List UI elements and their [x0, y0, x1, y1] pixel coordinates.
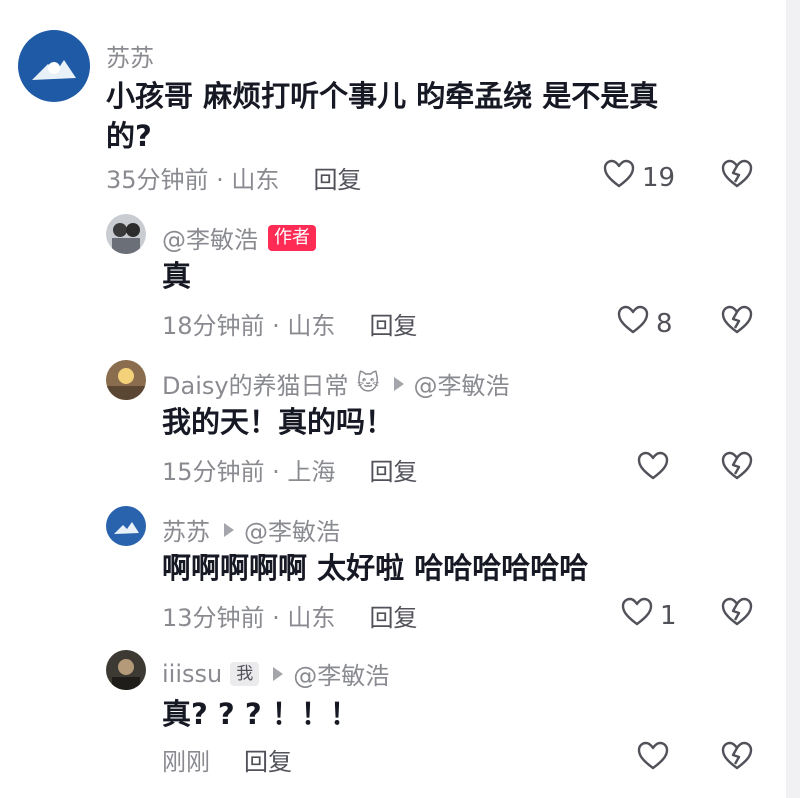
comment-meta: 刚刚 回复	[162, 742, 292, 777]
broken-heart-icon[interactable]	[720, 304, 754, 336]
like-count: 8	[656, 308, 673, 339]
author-badge: 作者	[268, 224, 316, 251]
comment-meta: 13分钟前 · 山东 回复	[162, 598, 417, 633]
reply-button[interactable]: 回复	[369, 452, 417, 487]
like-count: 1	[660, 600, 677, 631]
broken-heart-icon[interactable]	[720, 450, 754, 482]
triangle-right-icon	[393, 376, 404, 391]
comment-meta: 15分钟前 · 上海 回复	[162, 452, 417, 487]
broken-heart-icon[interactable]	[720, 596, 754, 628]
comment-time: 35分钟前 · 山东	[106, 166, 280, 194]
comment-time: 18分钟前 · 山东	[162, 312, 336, 340]
broken-heart-icon[interactable]	[720, 740, 754, 772]
like-count: 19	[642, 162, 676, 193]
heart-outline-icon	[616, 304, 650, 343]
comment-username[interactable]: 苏苏	[106, 38, 154, 73]
username-text[interactable]: iiissu	[162, 660, 222, 688]
avatar[interactable]	[106, 214, 146, 254]
comment-username[interactable]: iiissu 我 @李敏浩	[162, 656, 389, 691]
heart-outline-icon	[602, 158, 636, 197]
reply-to-user[interactable]: @李敏浩	[414, 366, 510, 401]
reply-to-user[interactable]: @李敏浩	[293, 656, 389, 691]
username-text[interactable]: @李敏浩	[162, 220, 258, 255]
avatar[interactable]	[18, 30, 90, 102]
username-text[interactable]: Daisy的养猫日常	[162, 366, 349, 401]
avatar[interactable]	[106, 650, 146, 690]
heart-outline-icon	[636, 740, 670, 779]
reply-button[interactable]: 回复	[244, 742, 292, 777]
avatar[interactable]	[106, 506, 146, 546]
broken-heart-icon[interactable]	[720, 158, 754, 190]
me-badge: 我	[230, 661, 260, 686]
scroll-track	[786, 0, 800, 798]
comment-meta: 35分钟前 · 山东 回复	[106, 160, 361, 195]
reply-to-user[interactable]: @李敏浩	[244, 512, 340, 547]
comment-text: 真	[162, 259, 192, 293]
like-button[interactable]: 8	[616, 304, 673, 343]
comment-meta: 18分钟前 · 山东 回复	[162, 306, 417, 341]
triangle-right-icon	[224, 522, 234, 537]
like-button[interactable]	[636, 450, 670, 489]
reply-button[interactable]: 回复	[313, 160, 361, 195]
like-button[interactable]	[636, 740, 670, 779]
username-text[interactable]: 苏苏	[162, 512, 210, 547]
triangle-right-icon	[273, 666, 284, 681]
comment-username[interactable]: Daisy的养猫日常 🐱 @李敏浩	[162, 366, 510, 401]
heart-outline-icon	[636, 450, 670, 489]
comment-text-cont: 的?	[106, 119, 152, 153]
like-button[interactable]: 19	[602, 158, 675, 197]
cat-emoji-icon: 🐱	[356, 371, 380, 396]
comment-text: 我的天！真的吗！	[162, 405, 395, 439]
comment-text: 小孩哥 麻烦打听个事儿 昀牵孟绕 是不是真	[106, 79, 659, 113]
comment-text: 啊啊啊啊啊 太好啦 哈哈哈哈哈哈	[162, 551, 589, 585]
comment-text: 真? ? ? ！！！	[162, 697, 359, 731]
like-button[interactable]: 1	[620, 596, 677, 635]
heart-outline-icon	[620, 596, 654, 635]
reply-button[interactable]: 回复	[369, 306, 417, 341]
reply-button[interactable]: 回复	[369, 598, 417, 633]
comment-time: 刚刚	[162, 748, 210, 776]
avatar[interactable]	[106, 360, 146, 400]
comment-time: 13分钟前 · 山东	[162, 604, 336, 632]
comment-username[interactable]: @李敏浩 作者	[162, 220, 316, 255]
comment-username[interactable]: 苏苏 @李敏浩	[162, 512, 340, 547]
comment-time: 15分钟前 · 上海	[162, 458, 336, 486]
